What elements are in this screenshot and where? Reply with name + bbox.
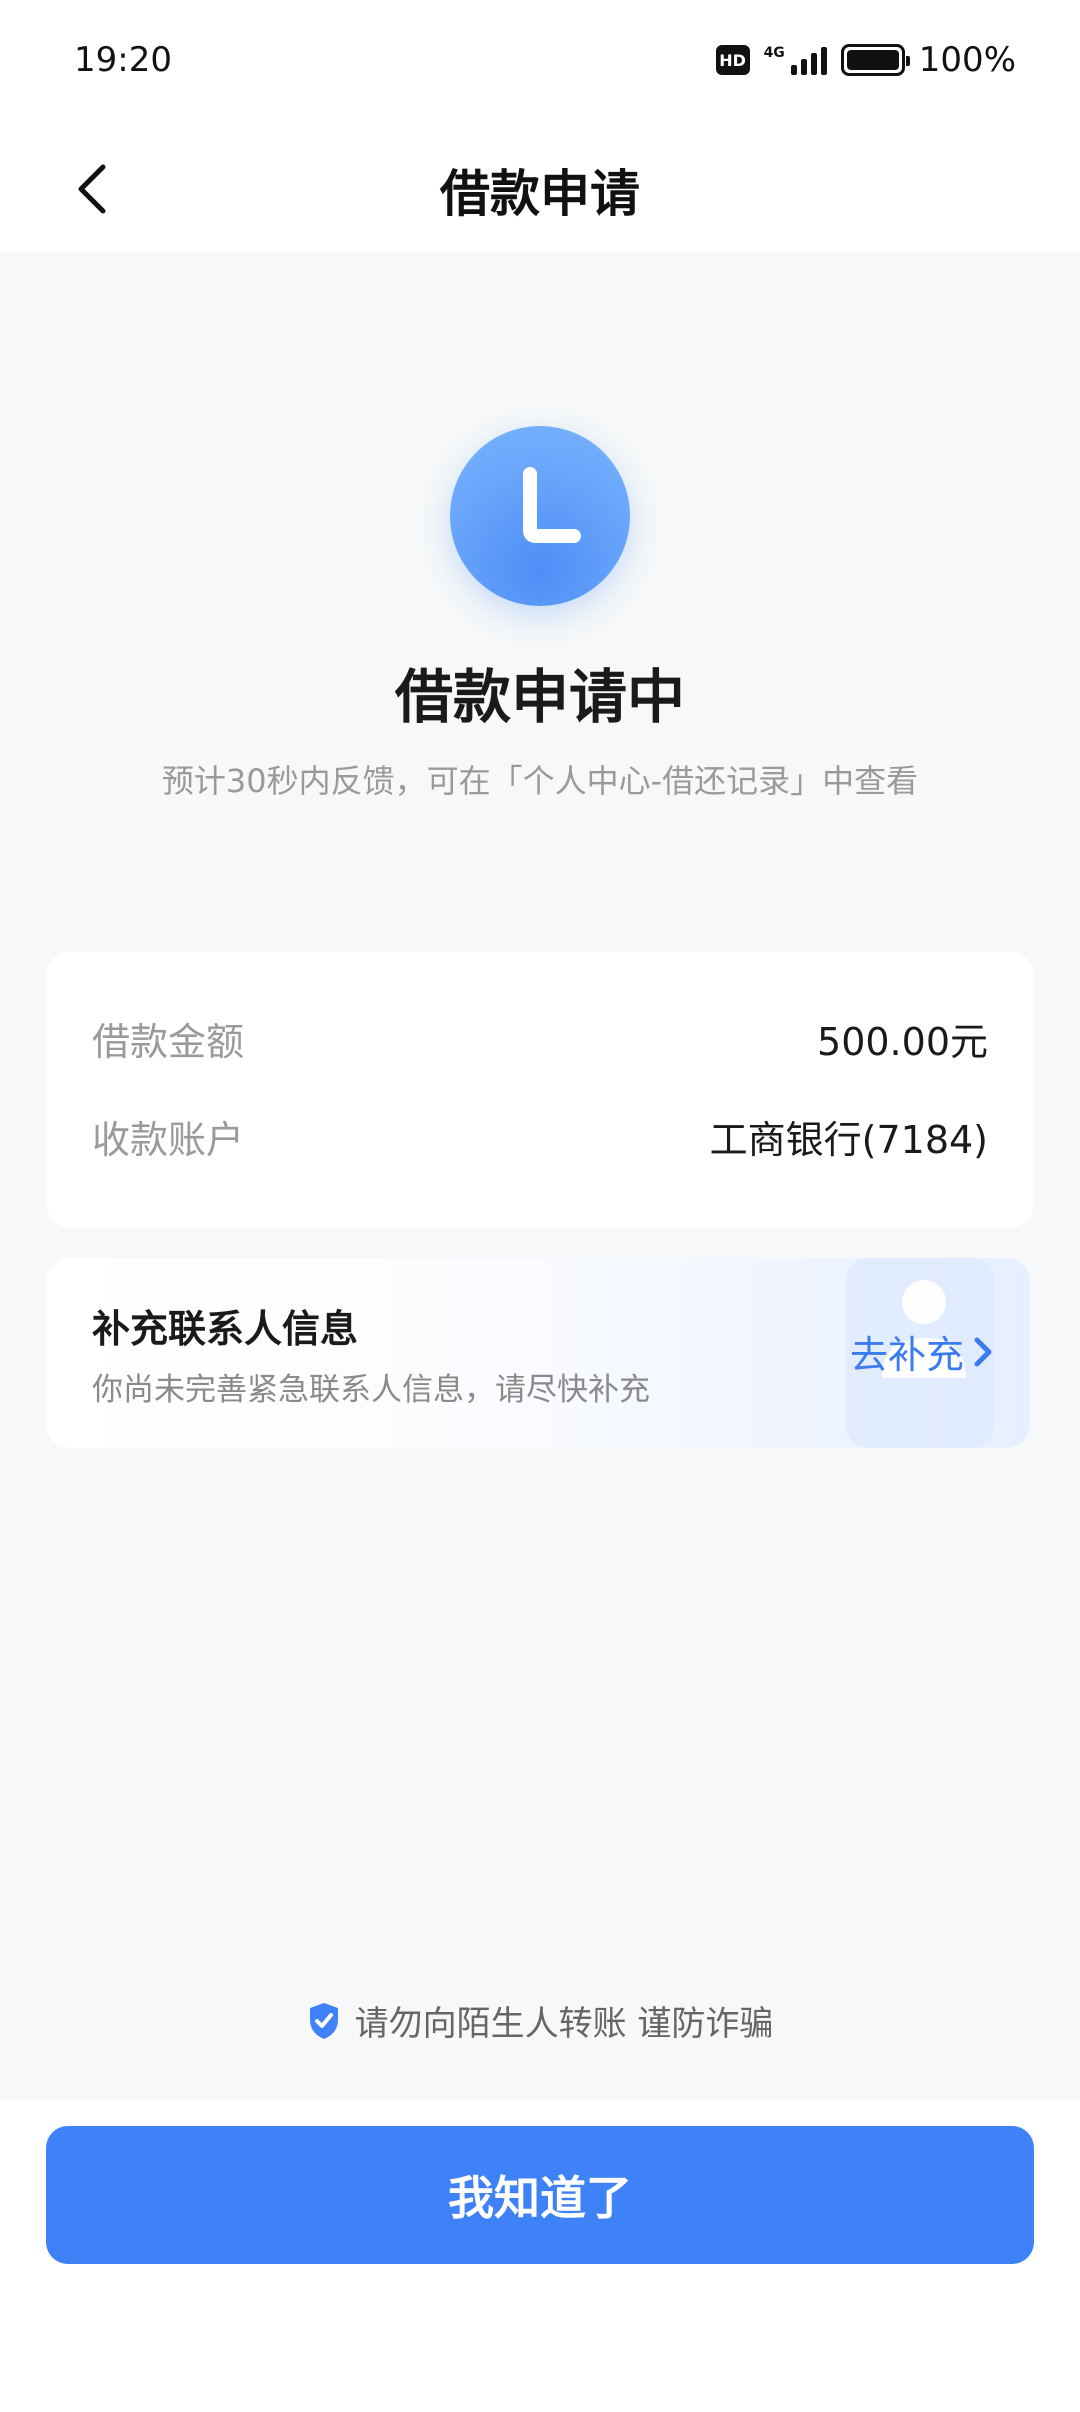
info-row-amount: 借款金额 500.00元: [92, 1008, 988, 1068]
account-label: 收款账户: [92, 1117, 245, 1162]
clock-icon: [450, 426, 630, 606]
contact-title: 补充联系人信息: [92, 1307, 359, 1351]
acknowledge-button[interactable]: 我知道了: [46, 2126, 1034, 2264]
info-row-account: 收款账户 工商银行(7184): [92, 1106, 988, 1166]
contact-prompt-card[interactable]: 补充联系人信息 你尚未完善紧急联系人信息，请尽快补充 去补充: [46, 1258, 1030, 1448]
bottom-bar: 我知道了: [0, 2100, 1080, 2412]
chevron-right-icon: [974, 1337, 992, 1366]
supplement-link[interactable]: 去补充: [850, 1324, 994, 1379]
status-title: 借款申请中: [394, 663, 685, 731]
status-bar: 19:20 HD 4G 100%: [0, 0, 1080, 126]
supplement-label: 去补充: [849, 1333, 964, 1377]
fraud-warning: 请勿向陌生人转账 谨防诈骗: [0, 1996, 1080, 2045]
battery-level: 100%: [918, 40, 1016, 80]
page-title: 借款申请: [440, 165, 640, 223]
hd-icon: HD: [715, 45, 750, 75]
status-indicators: HD 4G 100%: [715, 40, 1016, 80]
nav-bar: 借款申请: [0, 126, 1080, 252]
account-value: 工商银行(7184): [709, 1117, 988, 1162]
signal-icon: 4G: [764, 45, 827, 75]
status-time: 19:20: [74, 40, 172, 80]
status-subtitle: 预计30秒内反馈，可在「个人中心-借还记录」中查看: [161, 762, 919, 800]
main-content: 借款申请中 预计30秒内反馈，可在「个人中心-借还记录」中查看 借款金额 500…: [0, 252, 1080, 2100]
loan-info-card: 借款金额 500.00元 收款账户 工商银行(7184): [46, 952, 1034, 1228]
amount-value: 500.00元: [817, 1019, 988, 1064]
amount-label: 借款金额: [92, 1019, 245, 1064]
loan-application-screen: 19:20 HD 4G 100% 借款申请 借款申请中 预计30秒内反馈，可在「…: [0, 0, 1080, 2412]
shield-check-icon: [309, 2002, 338, 2039]
fraud-warning-text: 请勿向陌生人转账 谨防诈骗: [354, 2004, 774, 2044]
network-type: 4G: [763, 45, 785, 61]
battery-icon: [840, 44, 910, 76]
contact-description: 你尚未完善紧急联系人信息，请尽快补充: [92, 1372, 650, 1408]
